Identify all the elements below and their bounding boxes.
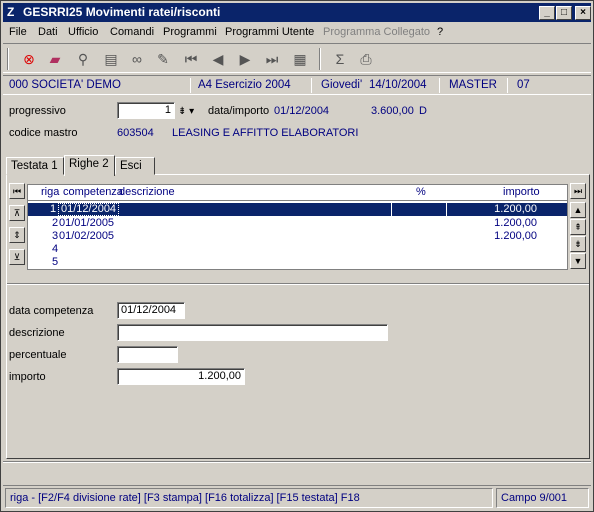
cancel-icon[interactable]: ⊗ — [19, 49, 39, 69]
tab-testata[interactable]: Testata 1 — [6, 157, 64, 175]
toolbar: ⊗ ▰ ⚲ ▤ ∞ ✎ ⏮ ◀ ▶ ⏭ ▦ Σ ⎙ — [3, 43, 591, 73]
info-bar: 000 SOCIETA' DEMO A4 Esercizio 2004 Giov… — [3, 75, 591, 95]
fiscal-year: A4 Esercizio 2004 — [198, 79, 291, 91]
tab-righe[interactable]: Righe 2 — [64, 155, 115, 176]
close-button[interactable]: × — [575, 6, 591, 20]
codice-mastro-label: codice mastro — [9, 127, 78, 139]
binoculars-icon[interactable]: ∞ — [127, 49, 147, 69]
company-name: 000 SOCIETA' DEMO — [9, 79, 121, 91]
menu-file[interactable]: File — [9, 26, 27, 39]
spin-icon[interactable]: ⇟ ▾ — [178, 105, 194, 118]
col-header-importo: importo — [503, 186, 540, 198]
last-record-icon[interactable]: ⏭ — [262, 49, 282, 69]
scroll-down-icon[interactable]: ▼ — [570, 253, 586, 269]
data-importo-amount: 3.600,00 — [371, 105, 414, 117]
percentuale-label: percentuale — [9, 349, 67, 361]
menu-programmi[interactable]: Programmi — [163, 26, 217, 39]
app-icon: Z — [7, 5, 15, 19]
print-icon[interactable]: ⎙ — [356, 49, 376, 69]
toolbar-grip — [7, 48, 9, 70]
percentuale-input[interactable] — [117, 346, 178, 363]
data-competenza-label: data competenza — [9, 305, 94, 317]
first-record-icon[interactable]: ⏮ — [181, 49, 201, 69]
divider — [7, 283, 589, 285]
page-up-icon[interactable]: ⇞ — [570, 219, 586, 235]
status-hint: riga - [F2/F4 divisione rate] [F3 stampa… — [5, 488, 493, 508]
table-row[interactable]: 1 01/12/2004 1.200,00 — [28, 203, 567, 216]
table-row[interactable]: 2 01/01/2005 1.200,00 — [28, 217, 567, 230]
main-window: Z GESRRI25 Movimenti ratei/risconti _ □ … — [0, 0, 594, 512]
col-header-descrizione: descrizione — [119, 186, 175, 198]
current-date: 14/10/2004 — [369, 79, 427, 91]
descrizione-label: descrizione — [9, 327, 65, 339]
first-row-icon[interactable]: ⏮ — [9, 183, 25, 199]
data-competenza-input[interactable]: 01/12/2004 — [117, 302, 185, 319]
insert-row-icon[interactable]: ⊼ — [9, 205, 25, 221]
data-importo-sign: D — [419, 105, 427, 117]
calculator-icon[interactable]: ▦ — [290, 49, 310, 69]
day-name: Giovedi' — [321, 79, 363, 91]
divider — [3, 461, 591, 463]
document-icon[interactable]: ▤ — [101, 49, 121, 69]
page-down-icon[interactable]: ⇟ — [570, 236, 586, 252]
toolbar-separator — [319, 48, 321, 70]
previous-record-icon[interactable]: ◀ — [208, 49, 228, 69]
menu-programmi-utente[interactable]: Programmi Utente — [225, 26, 314, 39]
title-bar[interactable]: Z GESRRI25 Movimenti ratei/risconti _ □ … — [3, 3, 591, 22]
menu-help[interactable]: ? — [437, 26, 443, 39]
table-row[interactable]: 5 — [28, 256, 567, 269]
col-header-competenza: competenza — [63, 186, 123, 198]
codice-mastro-description: LEASING E AFFITTO ELABORATORI — [172, 127, 359, 139]
importo-input[interactable]: 1.200,00 — [117, 368, 245, 385]
last-row-icon[interactable]: ⏭ — [570, 183, 586, 199]
sum-icon[interactable]: Σ — [330, 49, 350, 69]
menu-programma-collegato[interactable]: Programma Collegato — [323, 26, 430, 39]
menu-bar: File Dati Ufficio Comandi Programmi Prog… — [3, 23, 591, 41]
table-row[interactable]: 4 — [28, 243, 567, 256]
codice-mastro-value: 603504 — [117, 127, 154, 139]
col-header-percent: % — [416, 186, 426, 198]
data-importo-date: 01/12/2004 — [274, 105, 330, 117]
search-icon[interactable]: ⚲ — [73, 49, 93, 69]
progressivo-input[interactable]: 1 — [117, 102, 175, 119]
delete-row-icon[interactable]: ⊻ — [9, 249, 25, 265]
tab-esci[interactable]: Esci — [115, 157, 155, 175]
status-campo: Campo 9/001 — [496, 488, 589, 508]
minimize-button[interactable]: _ — [539, 6, 555, 20]
importo-label: importo — [9, 371, 46, 383]
data-importo-label: data/importo — [208, 105, 270, 117]
col-header-riga: riga — [41, 186, 60, 198]
menu-dati[interactable]: Dati — [38, 26, 58, 39]
window-title: GESRRI25 Movimenti ratei/risconti — [23, 5, 221, 19]
menu-ufficio[interactable]: Ufficio — [68, 26, 98, 39]
descrizione-input[interactable] — [117, 324, 388, 341]
terminal-code: 07 — [517, 79, 530, 91]
next-record-icon[interactable]: ▶ — [235, 49, 255, 69]
edit-icon[interactable]: ✎ — [153, 49, 173, 69]
menu-comandi[interactable]: Comandi — [110, 26, 154, 39]
table-row[interactable]: 3 01/02/2005 1.200,00 — [28, 230, 567, 243]
scroll-up-icon[interactable]: ▲ — [570, 202, 586, 218]
move-row-icon[interactable]: ⇕ — [9, 227, 25, 243]
progressivo-label: progressivo — [9, 105, 66, 117]
grid-header: riga competenza descrizione % importo — [27, 184, 568, 201]
book-icon[interactable]: ▰ — [45, 49, 65, 69]
user-name: MASTER — [449, 79, 497, 91]
maximize-button[interactable]: □ — [556, 6, 572, 20]
status-bar: riga - [F2/F4 divisione rate] [F3 stampa… — [3, 485, 591, 509]
